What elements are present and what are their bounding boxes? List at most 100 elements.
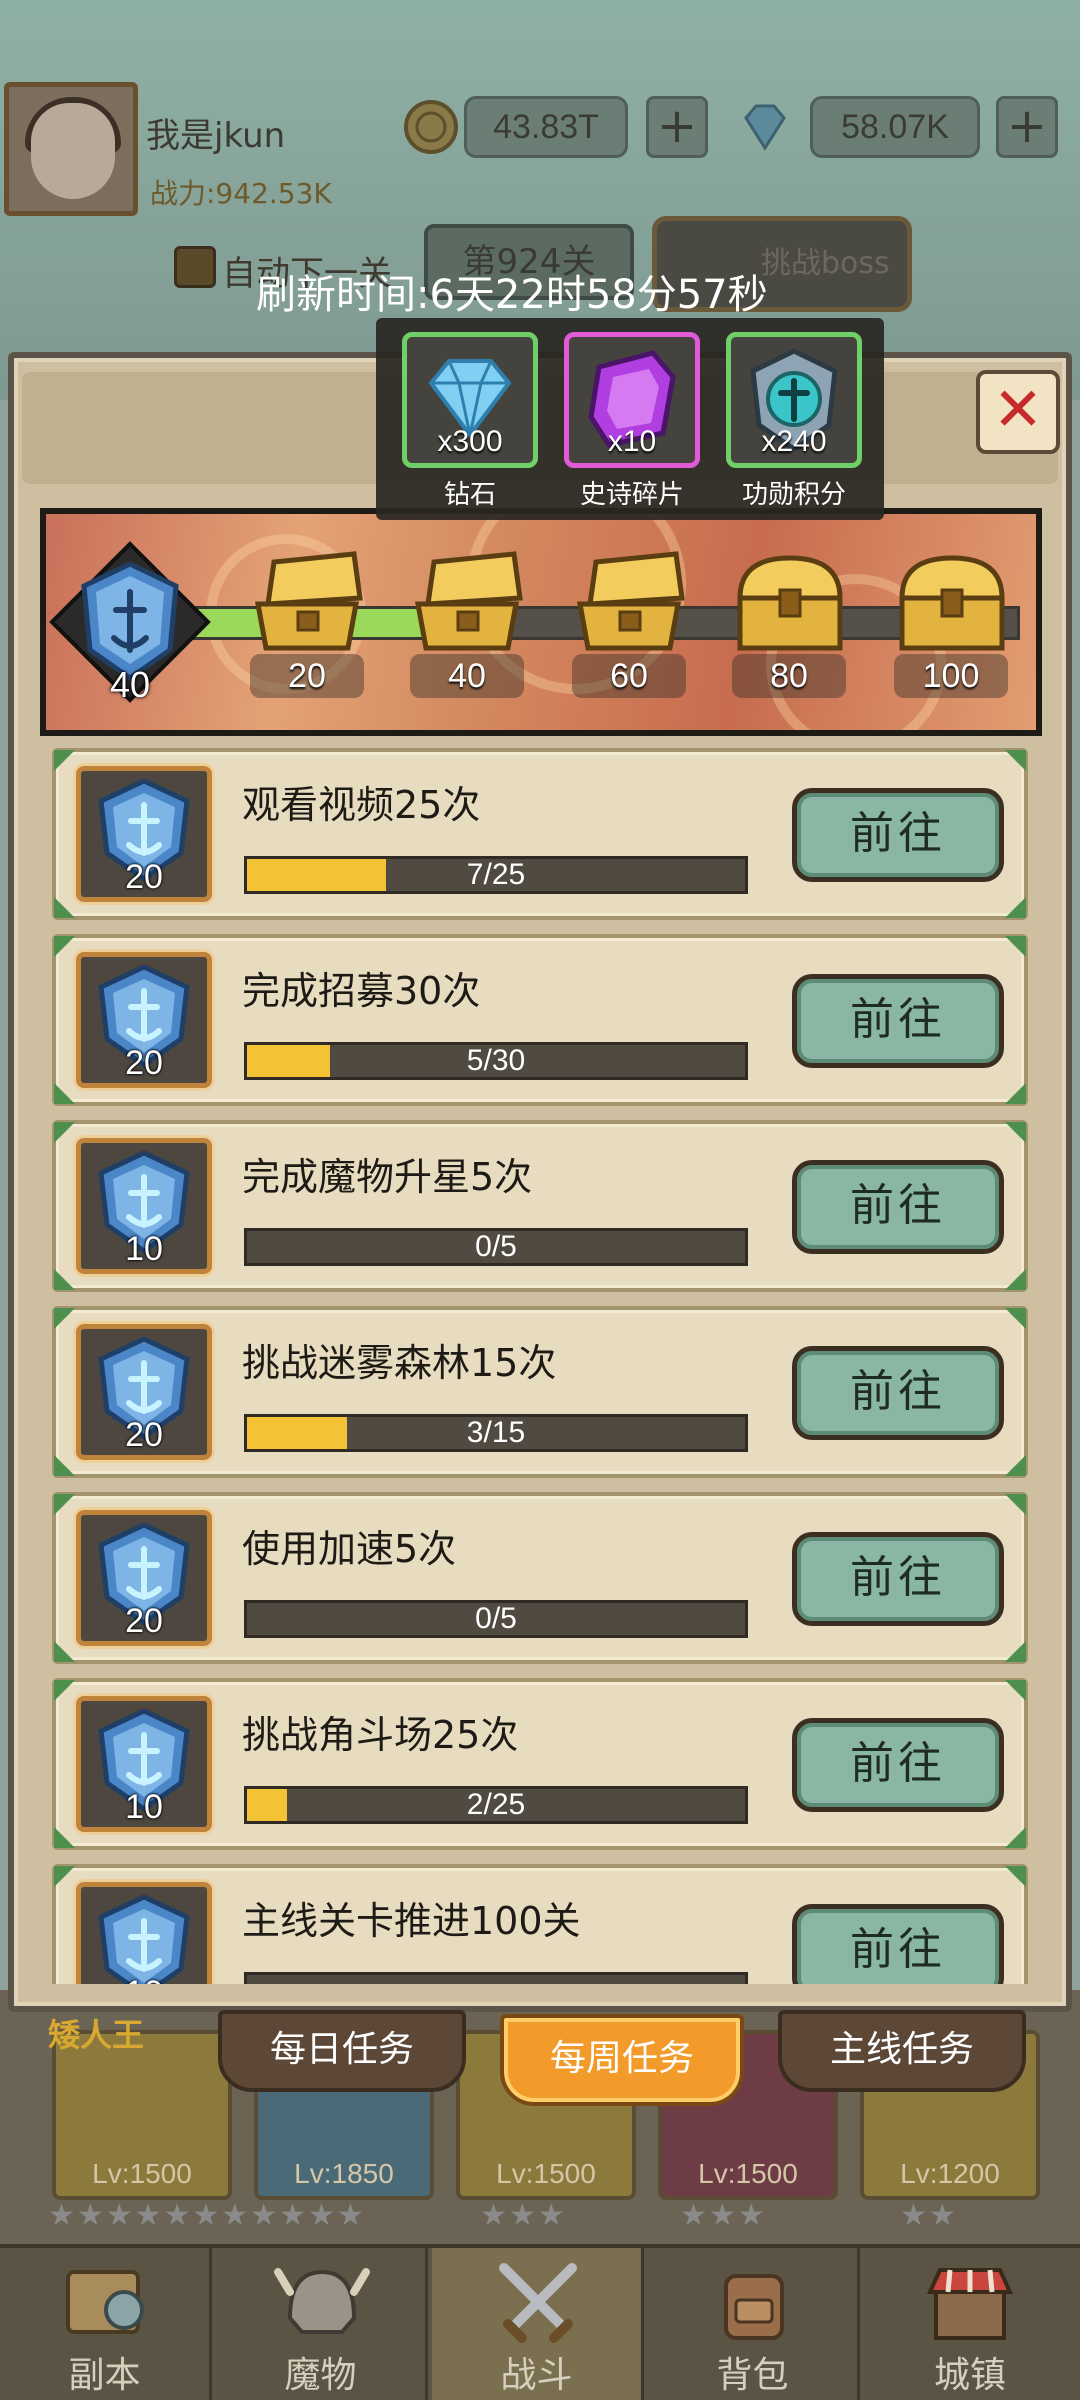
row-corner xyxy=(1000,892,1026,918)
task-reward-icon: 10 xyxy=(76,1696,212,1832)
reward-label: 钻石 xyxy=(443,480,496,510)
reward-qty: x300 xyxy=(437,425,503,458)
task-reward-icon: 20 xyxy=(76,1324,212,1460)
reward-label: 功勋积分 xyxy=(741,480,846,510)
task-row: 20 使用加速5次 0/5 前往 xyxy=(52,1492,1028,1664)
reward-merit-points: x240 xyxy=(726,332,862,468)
merit-shield-icon xyxy=(81,1891,207,1984)
nav-backpack[interactable]: 背包 xyxy=(648,2248,860,2400)
map-scroll-icon xyxy=(66,2270,144,2334)
task-row: 20 观看视频25次 7/25 前往 xyxy=(52,748,1028,920)
task-points: 20 xyxy=(125,858,163,896)
go-button[interactable]: 前往 xyxy=(792,974,1004,1068)
nav-town[interactable]: 城镇 xyxy=(864,2248,1076,2400)
task-title: 挑战迷雾森林15次 xyxy=(242,1341,557,1385)
star-rating: ★★★ xyxy=(480,2198,567,2233)
refresh-timer: 刷新时间:6天22时58分57秒 xyxy=(256,272,768,318)
hero-level: Lv:1850 xyxy=(294,2158,394,2189)
task-reward-icon: 10 xyxy=(76,1138,212,1274)
task-points: 20 xyxy=(125,1044,163,1082)
task-progress-text: 0/5 xyxy=(475,1602,517,1635)
nav-label: 背包 xyxy=(716,2355,789,2396)
task-title: 使用加速5次 xyxy=(242,1527,457,1571)
reward-qty: x10 xyxy=(607,425,657,458)
tab-weekly-tasks[interactable]: 每周任务 xyxy=(500,2014,744,2106)
task-reward-icon: 20 xyxy=(76,952,212,1088)
task-reward-icon: 20 xyxy=(76,766,212,902)
go-button[interactable]: 前往 xyxy=(792,1160,1004,1254)
reward-epic-fragment: x10 xyxy=(564,332,700,468)
star-rating: ★★★★★★★★★★★ xyxy=(48,2198,366,2233)
task-progress-bar: 0/5 xyxy=(244,1600,748,1638)
hero-level: Lv:1500 xyxy=(698,2158,798,2189)
reward-label: 史诗碎片 xyxy=(579,480,684,510)
row-corner xyxy=(1000,1308,1026,1334)
go-button[interactable]: 前往 xyxy=(792,1532,1004,1626)
go-button[interactable]: 前往 xyxy=(792,1346,1004,1440)
nav-label: 城镇 xyxy=(933,2355,1006,2396)
task-row: 10 挑战角斗场25次 2/25 前往 xyxy=(52,1678,1028,1850)
task-points: 10 xyxy=(125,1230,163,1268)
task-points: 10 xyxy=(125,1788,163,1826)
go-button[interactable]: 前往 xyxy=(792,788,1004,882)
town-shop-icon xyxy=(926,2268,1014,2340)
nav-label: 魔物 xyxy=(284,2355,357,2396)
row-corner xyxy=(1000,1494,1026,1520)
row-corner xyxy=(1000,1122,1026,1148)
row-corner xyxy=(1000,1636,1026,1662)
crossed-swords-icon xyxy=(499,2263,577,2343)
reward-qty: x240 xyxy=(761,425,827,458)
task-title: 观看视频25次 xyxy=(242,783,481,827)
row-corner xyxy=(1000,1450,1026,1476)
nav-label: 战斗 xyxy=(500,2355,573,2396)
task-points: 20 xyxy=(125,1416,163,1454)
row-corner xyxy=(1000,1866,1026,1892)
row-corner xyxy=(1000,750,1026,776)
row-corner xyxy=(1000,1078,1026,1104)
task-reward-icon: 10 xyxy=(76,1882,212,1984)
task-progress-bar: 3/15 xyxy=(244,1414,748,1452)
row-corner xyxy=(1000,1822,1026,1848)
task-row: 20 完成招募30次 5/30 前往 xyxy=(52,934,1028,1106)
row-corner xyxy=(1000,1680,1026,1706)
task-progress-bar: 0/5 xyxy=(244,1228,748,1266)
task-title: 完成魔物升星5次 xyxy=(242,1155,533,1199)
nav-battle[interactable]: 战斗 xyxy=(432,2248,644,2400)
backpack-icon xyxy=(724,2274,784,2340)
task-progress-bar: 5/30 xyxy=(244,1042,748,1080)
task-progress-bar: 2/25 xyxy=(244,1786,748,1824)
tab-daily-tasks[interactable]: 每日任务 xyxy=(218,2010,466,2092)
hero-level: Lv:1500 xyxy=(496,2158,596,2189)
tab-main-tasks[interactable]: 主线任务 xyxy=(778,2010,1026,2092)
row-corner xyxy=(1000,1264,1026,1290)
task-reward-icon: 20 xyxy=(76,1510,212,1646)
task-row: 20 挑战迷雾森林15次 3/15 前往 xyxy=(52,1306,1028,1478)
row-corner xyxy=(1000,936,1026,962)
nav-monster[interactable]: 魔物 xyxy=(216,2248,428,2400)
task-progress-text: 2/25 xyxy=(466,1788,526,1821)
hero-level: Lv:1200 xyxy=(900,2158,1000,2189)
task-progress-bar: 7/25 xyxy=(244,856,748,894)
task-progress-text: 3/15 xyxy=(466,1416,526,1449)
reward-diamond: x300 xyxy=(402,332,538,468)
nav-dungeon[interactable]: 副本 xyxy=(0,2248,212,2400)
task-title: 完成招募30次 xyxy=(242,969,481,1013)
task-points: 10 xyxy=(81,1974,207,1984)
star-rating: ★★★ xyxy=(680,2198,767,2233)
task-row: 10 主线关卡推进100关 前往 xyxy=(52,1864,1028,1984)
nav-label: 副本 xyxy=(68,2355,141,2396)
go-button[interactable]: 前往 xyxy=(792,1904,1004,1984)
task-points: 20 xyxy=(125,1602,163,1640)
task-row: 10 完成魔物升星5次 0/5 前往 xyxy=(52,1120,1028,1292)
hero-level: Lv:1500 xyxy=(92,2158,192,2189)
hero-name: 矮人王 xyxy=(48,2016,145,2054)
task-title: 挑战角斗场25次 xyxy=(242,1713,519,1757)
star-rating: ★★ xyxy=(900,2198,958,2233)
task-progress-text: 5/30 xyxy=(466,1044,526,1077)
task-progress-bar xyxy=(244,1972,748,1984)
task-progress-text: 7/25 xyxy=(466,858,526,891)
task-progress-text: 0/5 xyxy=(475,1230,517,1263)
task-title: 主线关卡推进100关 xyxy=(242,1899,581,1943)
monster-helmet-icon xyxy=(274,2268,370,2334)
go-button[interactable]: 前往 xyxy=(792,1718,1004,1812)
